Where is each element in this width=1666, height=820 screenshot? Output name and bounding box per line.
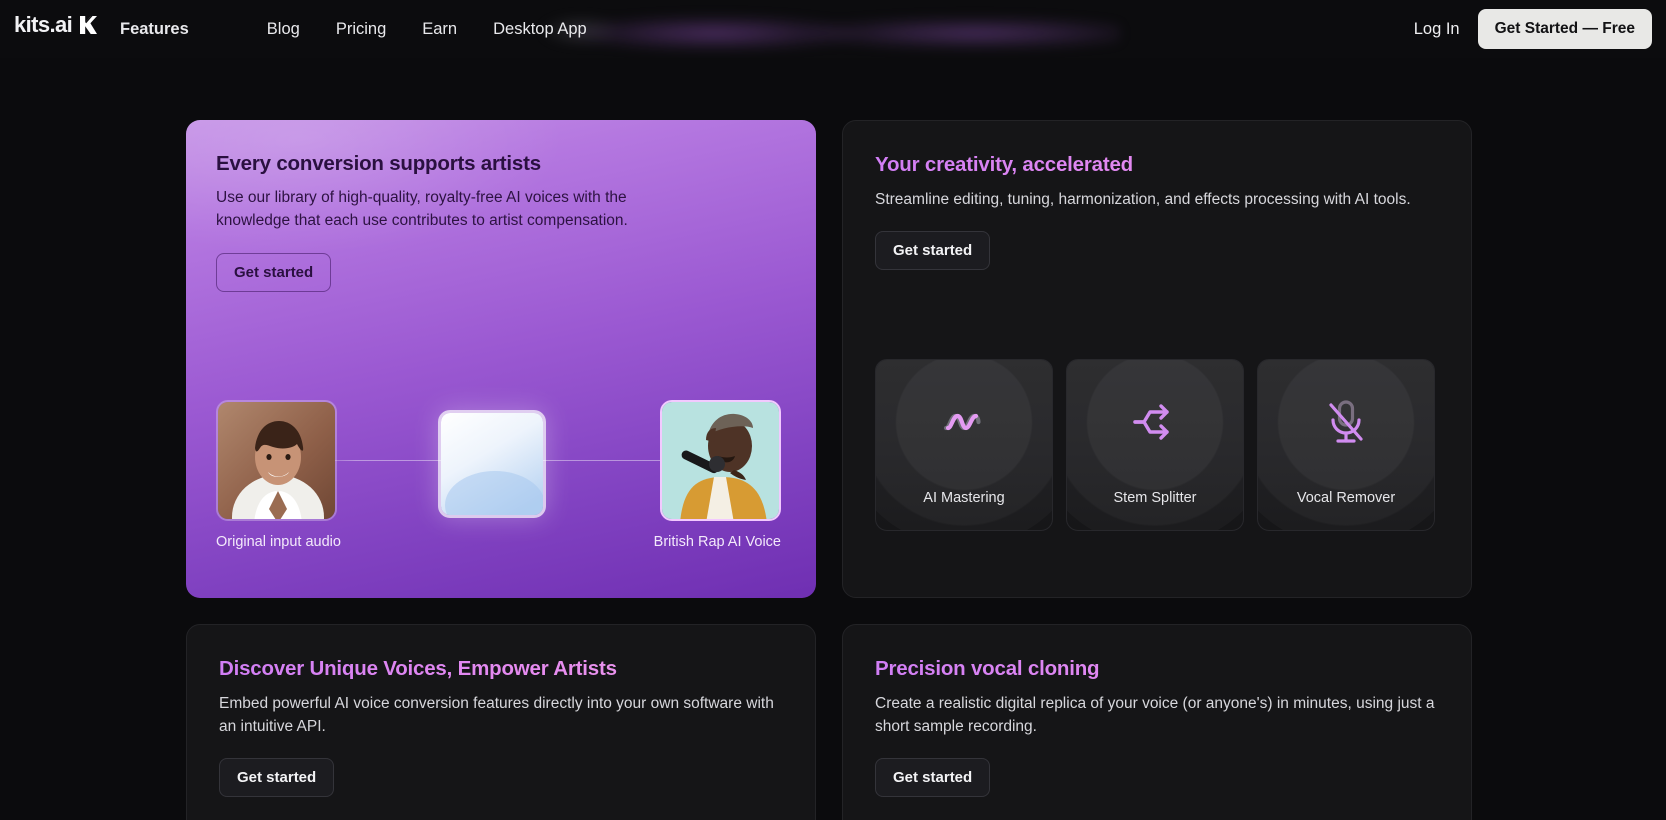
api-card-get-started-button[interactable]: Get started bbox=[219, 758, 335, 797]
waveform-icon bbox=[943, 413, 981, 431]
voice-conversion-flow: Original input audio British Rap AI Voic… bbox=[186, 388, 816, 568]
flow-output-label: British Rap AI Voice bbox=[653, 534, 781, 550]
log-in-link[interactable]: Log In bbox=[1414, 20, 1460, 39]
tool-label-ai-mastering: AI Mastering bbox=[923, 490, 1005, 506]
brand-logo[interactable]: kits.ai bbox=[14, 12, 98, 38]
tool-card-ai-mastering[interactable]: AI Mastering bbox=[875, 359, 1053, 531]
creativity-card-title: Your creativity, accelerated bbox=[875, 153, 1439, 177]
nav-link-blog[interactable]: Blog bbox=[249, 20, 318, 39]
cloning-card-get-started-button[interactable]: Get started bbox=[875, 758, 991, 797]
purple-card-title: Every conversion supports artists bbox=[216, 152, 541, 175]
cloning-card-description: Create a realistic digital replica of yo… bbox=[875, 695, 1435, 735]
page-root: kits.ai Features Blog Pricing Earn Deskt… bbox=[0, 0, 1666, 820]
purple-card-get-started-button[interactable]: Get started bbox=[216, 253, 332, 292]
kits-k-logo-icon bbox=[79, 15, 98, 35]
tool-card-vocal-remover[interactable]: Vocal Remover bbox=[1257, 359, 1435, 531]
split-arrows-icon bbox=[1133, 404, 1169, 440]
british-rap-ai-voice-thumbnail[interactable] bbox=[660, 400, 781, 521]
card-precision-vocal-cloning: Precision vocal cloning Create a realist… bbox=[842, 624, 1472, 820]
purple-card-description: Use our library of high-quality, royalty… bbox=[216, 189, 628, 229]
cloning-card-body: Precision vocal cloning Create a realist… bbox=[843, 625, 1471, 797]
nav-link-desktop-app[interactable]: Desktop App bbox=[475, 20, 605, 39]
creativity-card-get-started-button[interactable]: Get started bbox=[875, 231, 991, 270]
card-every-conversion-supports-artists: Every conversion supports artists Use ou… bbox=[186, 120, 816, 598]
original-input-audio-thumbnail[interactable] bbox=[216, 400, 337, 521]
api-card-description: Embed powerful AI voice conversion featu… bbox=[219, 695, 774, 735]
tool-card-stem-splitter[interactable]: Stem Splitter bbox=[1066, 359, 1244, 531]
nav-purple-glow-overlay bbox=[540, 2, 1120, 54]
get-started-free-button[interactable]: Get Started — Free bbox=[1477, 9, 1652, 49]
nav-link-pricing[interactable]: Pricing bbox=[318, 20, 404, 39]
purple-card-body: Every conversion supports artists Use ou… bbox=[186, 120, 816, 292]
conversion-processing-thumbnail[interactable] bbox=[438, 410, 546, 518]
creativity-card-body: Your creativity, accelerated Streamline … bbox=[843, 121, 1471, 270]
top-navigation-bar: kits.ai Features Blog Pricing Earn Deskt… bbox=[0, 0, 1666, 58]
microphone-muted-icon bbox=[1329, 400, 1363, 443]
flow-input-label: Original input audio bbox=[216, 534, 341, 550]
nav-link-features[interactable]: Features bbox=[120, 20, 249, 39]
card-discover-unique-voices: Discover Unique Voices, Empower Artists … bbox=[186, 624, 816, 820]
card-your-creativity-accelerated: Your creativity, accelerated Streamline … bbox=[842, 120, 1472, 598]
api-card-body: Discover Unique Voices, Empower Artists … bbox=[187, 625, 815, 797]
brand-name: kits.ai bbox=[14, 12, 73, 37]
nav-actions: Log In Get Started — Free bbox=[1414, 0, 1652, 58]
creativity-card-description: Streamline editing, tuning, harmonizatio… bbox=[875, 191, 1411, 208]
nav-link-earn[interactable]: Earn bbox=[404, 20, 475, 39]
ai-tools-row: AI Mastering Stem Splitter Vocal Remover bbox=[875, 359, 1435, 531]
nav-links: Features Blog Pricing Earn Desktop App bbox=[120, 0, 605, 58]
tool-label-vocal-remover: Vocal Remover bbox=[1296, 490, 1396, 506]
tool-label-stem-splitter: Stem Splitter bbox=[1113, 490, 1197, 506]
cloning-card-title: Precision vocal cloning bbox=[875, 657, 1439, 681]
features-grid: Every conversion supports artists Use ou… bbox=[186, 120, 1472, 820]
api-card-title: Discover Unique Voices, Empower Artists bbox=[219, 657, 783, 681]
